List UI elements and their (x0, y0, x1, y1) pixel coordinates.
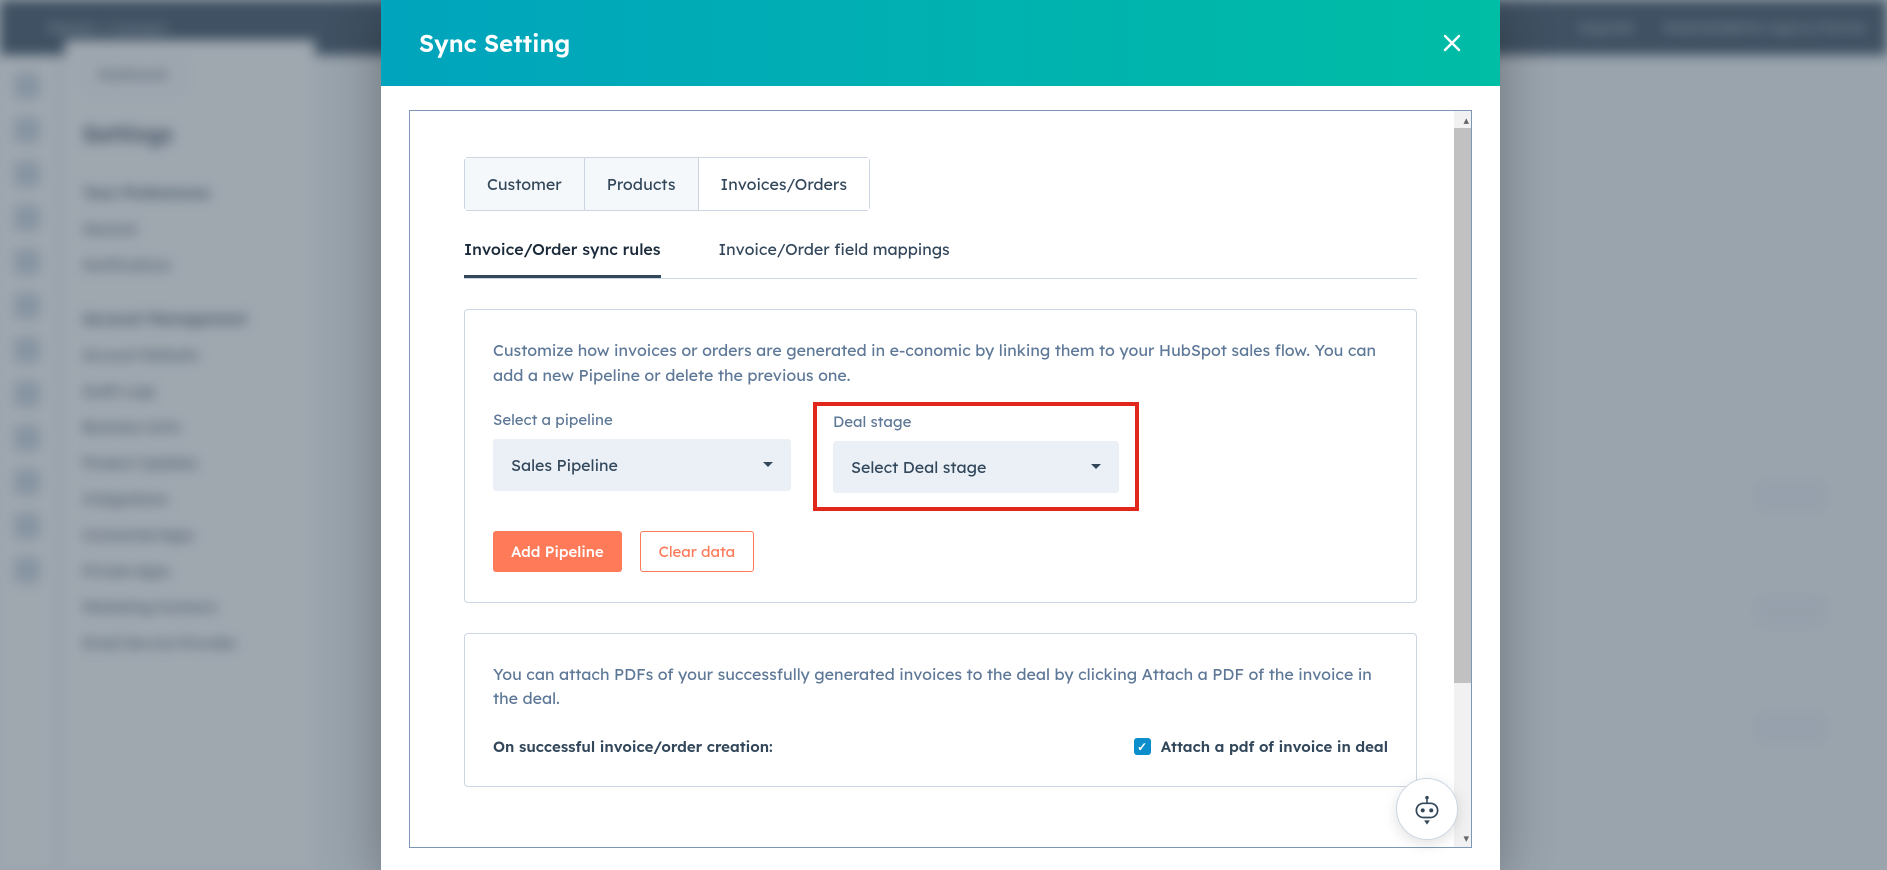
deal-stage-value: Select Deal stage (851, 457, 986, 477)
scroll-up-icon[interactable]: ▴ (1463, 113, 1469, 127)
pipeline-column: Select a pipeline Sales Pipeline (493, 410, 791, 511)
close-icon[interactable] (1442, 33, 1462, 53)
pipeline-label: Select a pipeline (493, 410, 791, 429)
scroll-down-icon[interactable]: ▾ (1463, 831, 1469, 845)
deal-stage-column: Deal stage Select Deal stage (813, 402, 1139, 511)
attach-pdf-card: You can attach PDFs of your successfully… (464, 633, 1417, 788)
pipeline-select[interactable]: Sales Pipeline (493, 439, 791, 491)
checkbox-label: Attach a pdf of invoice in deal (1161, 737, 1388, 756)
modal-header: Sync Setting (381, 0, 1500, 86)
tab-products[interactable]: Products (585, 158, 699, 210)
caret-down-icon (1091, 464, 1101, 469)
modal-title: Sync Setting (419, 28, 570, 58)
tab-invoices-orders[interactable]: Invoices/Orders (699, 158, 870, 210)
primary-tabs: Customer Products Invoices/Orders (464, 157, 870, 211)
scrollbar-thumb[interactable] (1454, 128, 1471, 683)
frame-scrollbar[interactable]: ▴ ▾ (1454, 111, 1471, 847)
subtab-field-mappings[interactable]: Invoice/Order field mappings (719, 239, 950, 278)
content-frame: Customer Products Invoices/Orders Invoic… (409, 110, 1472, 848)
deal-stage-label: Deal stage (833, 412, 1119, 431)
add-pipeline-button[interactable]: Add Pipeline (493, 531, 622, 572)
on-success-label: On successful invoice/order creation: (493, 737, 773, 756)
chat-fab[interactable] (1396, 778, 1458, 840)
checkbox-checked-icon: ✓ (1134, 738, 1151, 755)
attach-pdf-description: You can attach PDFs of your successfully… (493, 662, 1388, 712)
caret-down-icon (763, 462, 773, 467)
clear-data-button[interactable]: Clear data (640, 531, 755, 572)
pipeline-value: Sales Pipeline (511, 455, 618, 475)
deal-stage-select[interactable]: Select Deal stage (833, 441, 1119, 493)
sync-setting-modal: Sync Setting Customer Products Invoices/… (381, 0, 1500, 870)
pipeline-description: Customize how invoices or orders are gen… (493, 338, 1388, 388)
secondary-tabs: Invoice/Order sync rules Invoice/Order f… (464, 239, 1417, 279)
chatbot-icon (1410, 792, 1444, 826)
pipeline-card: Customize how invoices or orders are gen… (464, 309, 1417, 603)
tab-customer[interactable]: Customer (465, 158, 585, 210)
modal-body: Customer Products Invoices/Orders Invoic… (381, 86, 1500, 870)
subtab-sync-rules[interactable]: Invoice/Order sync rules (464, 239, 661, 278)
attach-pdf-checkbox[interactable]: ✓ Attach a pdf of invoice in deal (1134, 737, 1388, 756)
